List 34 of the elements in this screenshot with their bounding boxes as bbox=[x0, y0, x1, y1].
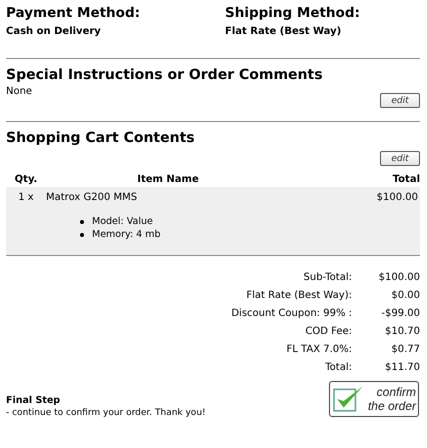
column-header: Total bbox=[392, 173, 420, 187]
bullet-icon bbox=[80, 220, 84, 224]
total-value: $100.00 bbox=[378, 271, 420, 285]
section-heading: Special Instructions or Order Comments bbox=[6, 66, 324, 85]
total-label: Flat Rate (Best Way): bbox=[245, 289, 353, 303]
confirm-order-button[interactable]: confirm the order bbox=[329, 381, 419, 417]
comment-text: None bbox=[6, 85, 32, 99]
attribute-text: Model: Value bbox=[92, 215, 153, 228]
section-heading: Shopping Cart Contents bbox=[6, 129, 196, 148]
total-label: Discount Coupon: 99% : bbox=[231, 307, 353, 321]
total-label: COD Fee: bbox=[304, 325, 353, 339]
final-step-text: - continue to confirm your order. Thank you! bbox=[6, 407, 206, 419]
total-value: $11.70 bbox=[384, 361, 420, 375]
edit-button[interactable]: edit bbox=[380, 151, 420, 166]
item-name: Matrox G200 MMS bbox=[46, 191, 138, 205]
column-header: Item Name bbox=[136, 173, 200, 187]
bullet-icon bbox=[80, 232, 84, 236]
total-label: Total: bbox=[324, 361, 353, 375]
total-label: Sub-Total: bbox=[302, 271, 353, 285]
quantity-cell-text: 1 x bbox=[17, 191, 35, 205]
column-header: Qty. bbox=[14, 173, 38, 187]
total-value: $10.70 bbox=[384, 325, 420, 339]
item-total: $100.00 bbox=[376, 191, 418, 205]
total-value: $0.77 bbox=[390, 343, 420, 357]
shipping-method-label: Shipping Method: bbox=[225, 4, 360, 22]
attribute-text: Memory: 4 mb bbox=[92, 228, 161, 241]
shipping-method-value: Flat Rate (Best Way) bbox=[225, 25, 342, 39]
total-value: $0.00 bbox=[390, 289, 420, 303]
total-value: -$99.00 bbox=[380, 307, 420, 321]
edit-button[interactable]: edit bbox=[380, 93, 420, 108]
payment-method-value: Cash on Delivery bbox=[6, 25, 102, 39]
total-label: FL TAX 7.0%: bbox=[286, 343, 353, 357]
final-step-title: Final Step bbox=[6, 395, 62, 407]
payment-method-label: Payment Method: bbox=[6, 4, 142, 22]
